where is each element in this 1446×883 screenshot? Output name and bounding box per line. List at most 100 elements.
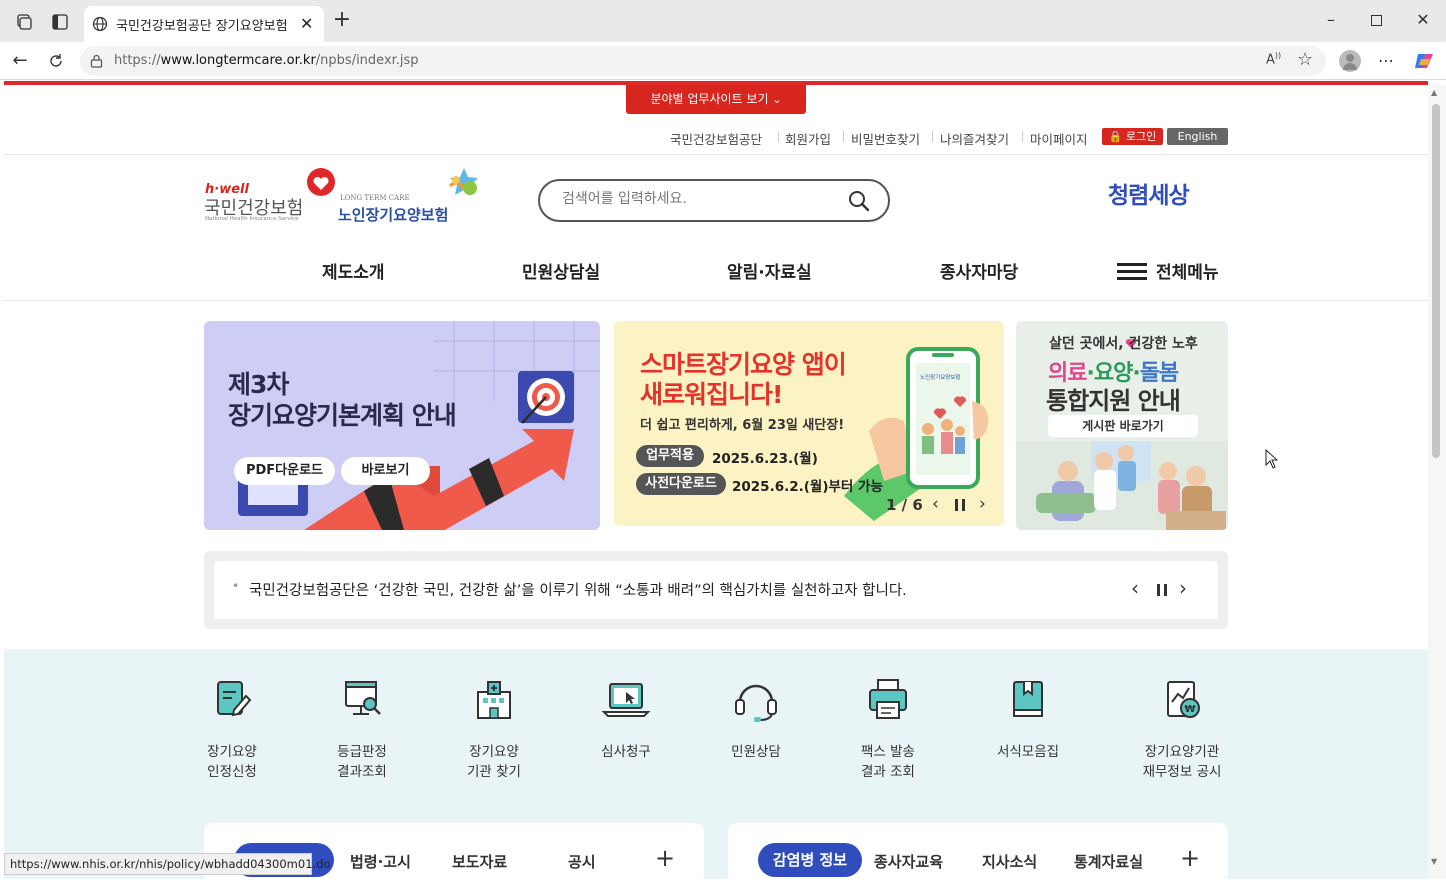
tab-disclosure[interactable]: 공시: [568, 851, 596, 872]
quick-item-civil-consult[interactable]: 민원상담: [720, 676, 792, 762]
status-bar-url: https://www.nhis.or.kr/nhis/policy/wbhad…: [4, 853, 331, 875]
view-button[interactable]: 바로보기: [341, 457, 430, 485]
banner-integrated-support[interactable]: 살던 곳에서, 건강한 노후 의료·요양·돌봄 통합지원 안내 게시판 바로가기: [1016, 321, 1228, 530]
nhis-logo[interactable]: h·well 국민건강보험 National Health Insurance …: [204, 166, 344, 226]
refresh-icon[interactable]: [46, 51, 66, 71]
new-tab-icon[interactable]: +: [332, 9, 352, 32]
tab-title: 국민건강보험공단 장기요양보험: [116, 19, 288, 34]
monitor-search-icon: [345, 681, 381, 715]
application-pen-icon: [217, 681, 252, 717]
all-menu-button[interactable]: 전체메뉴: [1156, 258, 1219, 283]
tab-press[interactable]: 보도자료: [452, 851, 507, 872]
quick-item-finance-disclosure[interactable]: ₩ 장기요양기관 재무정보 공시: [1130, 676, 1234, 782]
notice-next-icon[interactable]: ›: [1179, 576, 1187, 600]
ltc-logo[interactable]: LONG TERM CARE 노인장기요양보험: [338, 166, 488, 226]
quick-item-grade-result[interactable]: 등급판정 결과조회: [326, 676, 398, 782]
slide-prev-icon[interactable]: ‹: [932, 494, 939, 514]
nav-item-system[interactable]: 제도소개: [322, 258, 385, 283]
notice-inner: • 국민건강보험공단은 ‘건강한 국민, 건강한 삶’을 이루기 위해 “소통과…: [214, 561, 1218, 619]
board-link-button[interactable]: 게시판 바로가기: [1048, 415, 1198, 437]
divider: [1022, 131, 1023, 142]
minimize-icon[interactable]: –: [1322, 10, 1340, 30]
tab-statistics[interactable]: 통계자료실: [1074, 851, 1143, 872]
search-box: [538, 179, 890, 222]
banner-smart-app[interactable]: 노인장기요양보험 스마트장기요양 앱이 새로워집니다! 더 쉽고 편리하게, 6…: [614, 321, 1004, 526]
util-link-nhis[interactable]: 국민건강보험공단: [670, 129, 762, 148]
divider: [778, 131, 779, 142]
hamburger-icon[interactable]: [1117, 261, 1147, 281]
tab-infection-info[interactable]: 감염병 정보: [758, 843, 862, 877]
divider: [4, 154, 1428, 155]
tab-actions-icon[interactable]: [50, 12, 70, 32]
util-link-join[interactable]: 회원가입: [785, 129, 831, 148]
fax-icon: [869, 679, 907, 719]
copilot-icon[interactable]: [1413, 50, 1435, 72]
tab-worker-education[interactable]: 종사자교육: [874, 851, 943, 872]
login-button[interactable]: 🔒 로그인: [1102, 128, 1163, 145]
scrollbar-thumb[interactable]: [1432, 104, 1440, 458]
pdf-download-button[interactable]: PDF다운로드: [234, 457, 335, 485]
notice-text[interactable]: 국민건강보험공단은 ‘건강한 국민, 건강한 삶’을 이루기 위해 “소통과 배…: [249, 579, 907, 600]
quick-item-application[interactable]: 장기요양 인정신청: [196, 676, 268, 782]
workspaces-icon[interactable]: [14, 12, 34, 32]
bullet: •: [232, 579, 240, 593]
nav-item-worker[interactable]: 종사자마당: [940, 258, 1018, 283]
heart-icon: [304, 168, 338, 198]
more-plus-icon[interactable]: +: [1180, 844, 1200, 872]
util-link-favorites[interactable]: 나의즐겨찾기: [940, 129, 1009, 148]
scroll-down-icon[interactable]: ▼: [1431, 857, 1437, 866]
url-text: https://www.longtermcare.or.kr/npbs/inde…: [114, 53, 419, 68]
banner2-sub: 더 쉽고 편리하게, 6월 23일 새단장!: [640, 418, 845, 433]
url-field[interactable]: https://www.longtermcare.or.kr/npbs/inde…: [80, 46, 1326, 76]
banner-basic-plan[interactable]: 제3차 장기요양기본계획 안내 PDF다운로드 바로보기: [204, 321, 600, 530]
headset-icon: [735, 684, 777, 722]
notice-pause-icon[interactable]: [1157, 584, 1167, 596]
english-button[interactable]: English: [1167, 128, 1228, 145]
more-plus-icon[interactable]: +: [655, 844, 675, 872]
more-options-icon[interactable]: ⋯: [1376, 51, 1396, 71]
globe-icon: [92, 16, 108, 32]
tag-predownload: 사전다운로드: [636, 473, 726, 495]
browser-tab[interactable]: 국민건강보험공단 장기요양보험 ✕: [84, 6, 324, 42]
lock-icon[interactable]: [90, 54, 103, 68]
banner3-line1: 살던 곳에서, 건강한 노후: [1049, 336, 1198, 352]
tag-apply: 업무적용: [636, 445, 704, 467]
date-apply: 2025.6.23.(월): [712, 451, 818, 467]
close-tab-icon[interactable]: ✕: [300, 14, 313, 33]
profile-avatar-icon[interactable]: [1339, 50, 1361, 72]
notice-prev-icon[interactable]: ‹: [1131, 576, 1139, 600]
quick-item-fax-result[interactable]: 팩스 발송 결과 조회: [850, 676, 926, 782]
search-input[interactable]: [562, 191, 832, 207]
field-site-button[interactable]: 분야별 업무사이트 보기 ⌄: [626, 85, 806, 114]
tab-branch-news[interactable]: 지사소식: [982, 851, 1037, 872]
quick-item-review-claim[interactable]: 심사청구: [590, 676, 662, 762]
back-icon[interactable]: ←: [10, 51, 30, 71]
quick-label-2: 인정신청: [207, 764, 257, 780]
date-predownload: 2025.6.2.(월)부터 가능: [732, 479, 883, 495]
slide-next-icon[interactable]: ›: [979, 494, 986, 514]
close-window-icon[interactable]: ✕: [1414, 10, 1432, 30]
svg-text:₩: ₩: [1184, 704, 1195, 715]
quick-label-1: 장기요양: [207, 744, 257, 760]
mouse-cursor-icon: [1265, 449, 1279, 469]
util-link-mypage[interactable]: 마이페이지: [1030, 129, 1088, 148]
maximize-icon[interactable]: [1371, 15, 1382, 26]
app-screen-label: 노인장기요양보험: [920, 375, 961, 381]
star-swirl-icon: [444, 166, 484, 200]
search-icon[interactable]: [847, 189, 871, 213]
quick-item-forms[interactable]: 서식모음집: [988, 676, 1068, 762]
slide-pause-icon[interactable]: [955, 499, 965, 511]
nav-item-notice[interactable]: 알림·자료실: [727, 258, 812, 283]
banner1-line2: 장기요양기본계획 안내: [228, 401, 457, 430]
slide-counter: 1 / 6: [886, 496, 923, 514]
hospital-icon: [477, 681, 511, 719]
divider: [932, 131, 933, 142]
quick-item-find-facility[interactable]: 장기요양 기관 찾기: [456, 676, 532, 782]
tab-law-notice[interactable]: 법령·고시: [350, 851, 411, 872]
nav-item-civil[interactable]: 민원상담실: [522, 258, 600, 283]
util-link-find-password[interactable]: 비밀번호찾기: [851, 129, 920, 148]
favorite-star-icon[interactable]: ☆: [1297, 49, 1313, 70]
divider: [843, 131, 844, 142]
scroll-up-icon[interactable]: ▲: [1431, 88, 1437, 97]
read-aloud-icon[interactable]: A)): [1266, 51, 1281, 67]
